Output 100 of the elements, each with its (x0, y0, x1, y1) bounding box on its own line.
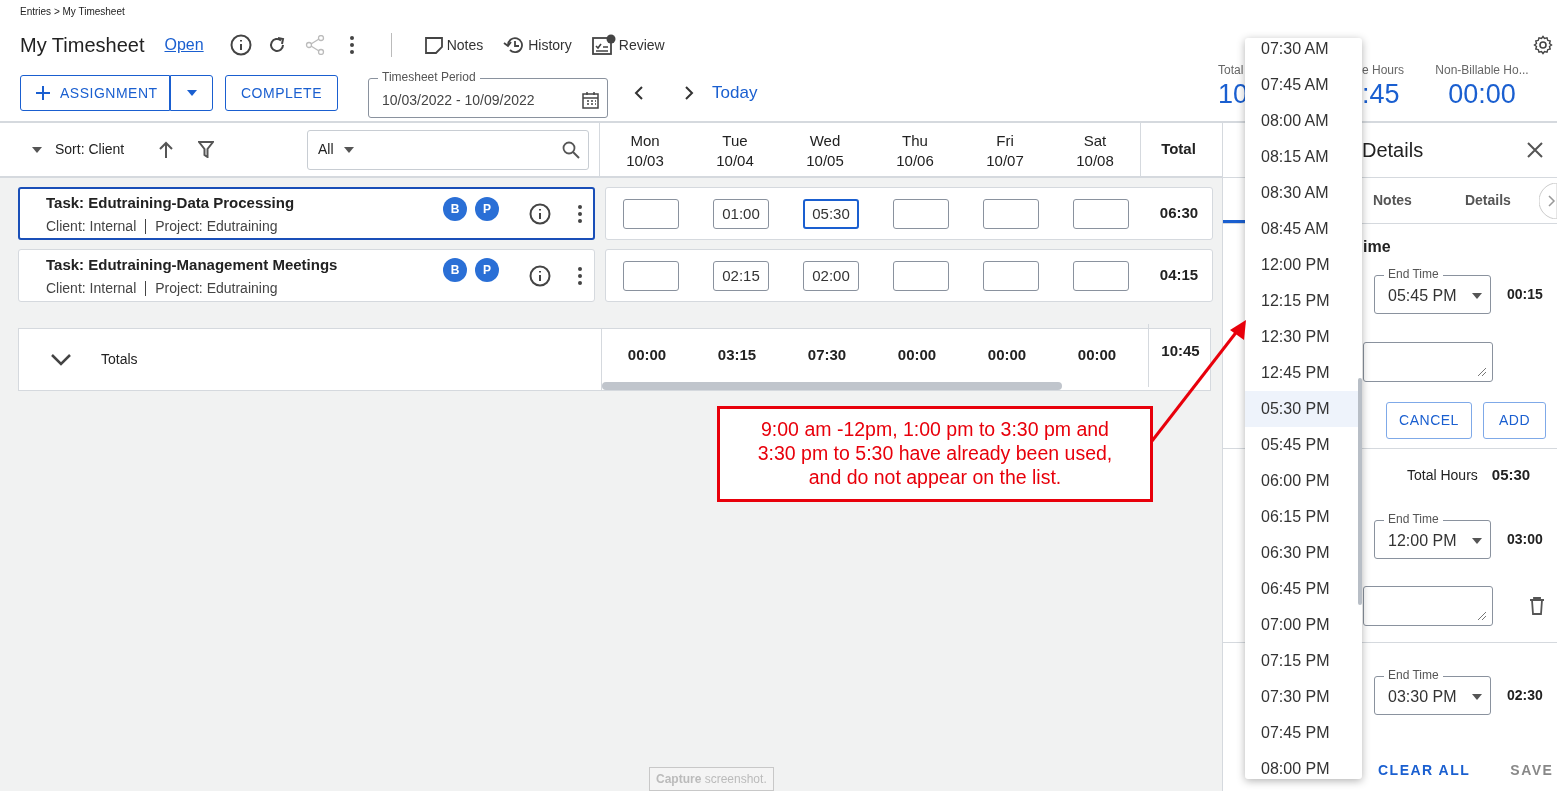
hours-field[interactable]: 01:00 (713, 198, 769, 229)
time-option[interactable]: 07:45 PM (1245, 715, 1358, 751)
more-icon[interactable] (577, 203, 583, 224)
resize-handle-icon[interactable] (1478, 612, 1486, 620)
tooltip: Capture screenshot. (649, 767, 774, 791)
refresh-icon[interactable] (267, 36, 286, 54)
day-heading: Sat (1082, 131, 1108, 151)
dropdown-button[interactable] (170, 75, 213, 111)
time-option[interactable]: 06:15 PM (1245, 499, 1358, 535)
add-assignment-button[interactable]: ASSIGNMENT (20, 75, 170, 111)
caret-icon (1472, 537, 1482, 544)
time-option[interactable]: 12:30 PM (1245, 319, 1358, 355)
time-option[interactable]: 07:45 AM (1245, 67, 1358, 103)
cancel-button[interactable]: CANCEL (1386, 402, 1472, 439)
hours-field[interactable] (893, 198, 949, 229)
info-icon[interactable] (529, 264, 551, 287)
time-option[interactable]: 08:45 AM (1245, 211, 1358, 247)
badge: P (475, 258, 499, 282)
hours-field[interactable] (1073, 260, 1129, 291)
time-option[interactable]: 07:30 AM (1245, 38, 1358, 67)
duration-text: 00:15 (1507, 285, 1543, 304)
collapse-icon[interactable] (51, 353, 71, 366)
hours-field[interactable] (893, 260, 949, 291)
caret-icon (343, 146, 354, 153)
time-option[interactable]: 05:30 PM (1245, 391, 1358, 427)
duration-text: 02:30 (1507, 686, 1543, 705)
panel-tab[interactable]: Details (1464, 190, 1511, 211)
time-option[interactable]: 07:30 PM (1245, 679, 1358, 715)
resize-handle-icon[interactable] (1478, 368, 1486, 376)
more-icon[interactable] (577, 265, 583, 286)
hours-field[interactable] (623, 260, 679, 291)
scrollbar[interactable] (1358, 378, 1362, 605)
panel-title: Details (1362, 138, 1424, 163)
hours-field[interactable] (983, 260, 1039, 291)
notes-field[interactable] (1363, 342, 1493, 382)
sort-up-icon[interactable] (158, 140, 175, 159)
hours-field[interactable] (983, 198, 1039, 229)
add-button[interactable]: ADD (1483, 402, 1546, 439)
page-title: My Timesheet (20, 33, 145, 58)
time-option[interactable]: 07:00 PM (1245, 607, 1358, 643)
status-link[interactable]: Open (164, 33, 204, 57)
time-option[interactable]: 12:15 PM (1245, 283, 1358, 319)
time-option[interactable]: 08:00 AM (1245, 103, 1358, 139)
hours-field[interactable] (623, 198, 679, 229)
date-heading: 10/07 (985, 151, 1025, 171)
time-option[interactable]: 05:45 PM (1245, 427, 1358, 463)
time-option[interactable]: 07:15 PM (1245, 643, 1358, 679)
toolbar-link[interactable]: History (503, 34, 572, 56)
sort-control[interactable]: Sort: Client (32, 139, 125, 160)
day-heading: Mon (629, 131, 661, 151)
time-option[interactable]: 06:00 PM (1245, 463, 1358, 499)
day-heading: Tue (721, 131, 749, 151)
trash-icon[interactable] (1530, 597, 1544, 615)
next-icon[interactable] (684, 86, 694, 100)
toolbar-link[interactable]: Notes (423, 34, 484, 56)
badge: B (443, 197, 467, 221)
search-field[interactable]: All (307, 129, 589, 170)
breadcrumb[interactable]: Entries > My Timesheet (20, 0, 1218, 20)
notes-field[interactable] (1363, 586, 1493, 626)
clear-all-button[interactable]: CLEAR ALL (1378, 760, 1471, 781)
info-icon[interactable] (229, 34, 252, 56)
day-total: 03:15 (716, 345, 758, 366)
time-option[interactable]: 06:45 PM (1245, 571, 1358, 607)
stat-label: Total (1218, 62, 1245, 78)
filter-icon[interactable] (198, 141, 215, 158)
settings-icon[interactable] (1533, 35, 1553, 55)
time-option[interactable]: 08:30 AM (1245, 175, 1358, 211)
close-icon[interactable] (1527, 142, 1543, 158)
time-option[interactable]: 06:30 PM (1245, 535, 1358, 571)
total-hours-label: Total Hours (1407, 466, 1478, 485)
scrollbar[interactable] (602, 382, 1062, 390)
panel-tab[interactable]: Notes (1373, 190, 1412, 211)
hours-field[interactable] (1073, 198, 1129, 229)
duration-text: 03:00 (1507, 530, 1543, 549)
hours-field[interactable]: 02:00 (803, 260, 859, 291)
task-name: Task: Edutraining-Management Meetings (46, 254, 339, 275)
time-option[interactable]: 12:00 PM (1245, 247, 1358, 283)
time-option[interactable]: 08:00 PM (1245, 751, 1358, 779)
tab-indicator (1223, 220, 1246, 223)
more-icon[interactable] (348, 35, 355, 55)
complete-button[interactable]: COMPLETE (225, 75, 338, 111)
calendar-icon[interactable] (582, 92, 599, 109)
project-text: Project: Edutraining (155, 278, 278, 298)
total-heading: Total (1140, 123, 1216, 176)
time-option[interactable]: 08:15 AM (1245, 139, 1358, 175)
task-name: Task: Edutraining-Data Processing (46, 192, 296, 213)
hours-field[interactable]: 05:30 (803, 198, 859, 229)
toolbar-link[interactable]: Review (591, 34, 665, 56)
today-link[interactable]: Today (712, 80, 758, 106)
info-icon[interactable] (529, 202, 551, 225)
hours-field[interactable]: 02:15 (713, 260, 769, 291)
stat-label: e Hours (1362, 62, 1406, 78)
day-total: 00:00 (626, 345, 668, 366)
caret-icon (32, 146, 42, 153)
task-card[interactable]: Task: Edutraining-Data Processing Client: Internal Project: Edutraining B P (18, 187, 595, 240)
task-card[interactable]: Task: Edutraining-Management Meetings Client: Internal Project: Edutraining B P (18, 249, 595, 302)
time-option[interactable]: 12:45 PM (1245, 355, 1358, 391)
stat-label: Non-Billable Ho... (1434, 62, 1530, 78)
prev-icon[interactable] (634, 86, 644, 100)
field-value: 10/03/2022 - 10/09/2022 (382, 91, 535, 110)
